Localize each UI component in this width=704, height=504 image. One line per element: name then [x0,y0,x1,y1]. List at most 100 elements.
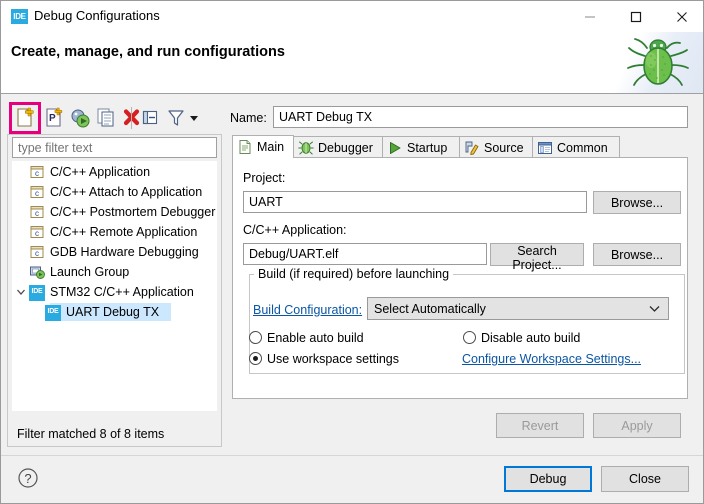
application-label: C/C++ Application: [243,223,347,237]
tree-item-c-c-remote-application[interactable]: c C/C++ Remote Application [13,222,216,242]
chevron-down-icon[interactable] [185,105,203,131]
green-play-icon [387,140,403,156]
svg-text:c: c [35,229,39,238]
tree-item-label: STM32 C/C++ Application [50,285,194,299]
tree-item-label: C/C++ Attach to Application [50,185,203,199]
toolbar-separator [131,107,132,129]
configure-workspace-settings-link[interactable]: Configure Workspace Settings... [462,352,641,366]
chevron-down-icon [649,302,660,316]
tree-item-stm32-c-c-application[interactable]: IDE STM32 C/C++ Application [13,282,216,302]
tab-label: Startup [407,140,448,155]
configuration-tree[interactable]: c C/C++ Application c C/C++ Attach to Appli… [12,161,217,411]
svg-text:P: P [49,113,56,124]
c-app-icon: c [29,224,45,240]
close-button[interactable]: Close [601,466,689,492]
radio-enable-auto-build-label: Enable auto build [267,331,364,345]
name-input[interactable] [273,106,688,128]
svg-text:c: c [35,209,39,218]
tree-item-label: Launch Group [50,265,130,279]
close-icon[interactable] [659,1,703,32]
radio-disable-auto-build-label: Disable auto build [481,331,581,345]
application-search-project-button[interactable]: Search Project... [490,243,584,272]
radio-disable-auto-build[interactable] [463,331,476,344]
build-configuration-link[interactable]: Build Configuration: [253,303,362,317]
application-input[interactable] [243,243,487,265]
project-input[interactable] [243,191,587,213]
ide-badge-icon: IDE [29,284,45,301]
tree-item-uart-debug-tx[interactable]: IDE UART Debug TX [13,302,216,322]
collapse-all-button[interactable] [137,105,163,131]
common-window-icon [537,140,553,156]
debug-configurations-dialog: IDE Debug Configurations Create, manage,… [0,0,704,504]
tab-label: Debugger [318,140,373,155]
c-app-icon: c [29,204,45,220]
minimize-icon[interactable] [567,1,613,32]
tab-startup[interactable]: Startup [382,136,460,158]
filter-status-label: Filter matched 8 of 8 items [17,427,165,441]
revert-button[interactable]: Revert [496,413,584,438]
c-app-icon: c [29,164,45,180]
new-launch-configuration-button[interactable] [12,105,38,131]
c-app-icon: c [29,244,45,260]
tab-debugger[interactable]: Debugger [293,136,383,158]
debug-button[interactable]: Debug [504,466,592,492]
tab-label: Source [484,140,524,155]
svg-text:c: c [35,249,39,258]
name-label: Name: [230,111,267,125]
svg-text:c: c [35,189,39,198]
tree-item-label: C/C++ Remote Application [50,225,198,239]
help-question-icon[interactable]: ? [17,467,39,489]
svg-text:?: ? [24,471,31,486]
application-browse-button[interactable]: Browse... [593,243,681,266]
launch-group-icon [29,264,45,280]
tree-item-launch-group[interactable]: Launch Group [13,262,216,282]
page-title: Create, manage, and run configurations [11,44,285,60]
tab-label: Main [257,140,285,154]
radio-enable-auto-build[interactable] [249,331,262,344]
c-app-icon: c [29,184,45,200]
ide-badge-icon: IDE [45,304,61,321]
tree-item-c-c-postmortem-debugger[interactable]: c C/C++ Postmortem Debugger [13,202,216,222]
duplicate-configuration-button[interactable] [93,105,119,131]
tree-item-c-c-attach-to-application[interactable]: c C/C++ Attach to Application [13,182,216,202]
document-icon [237,139,253,155]
green-bug-icon [621,34,695,92]
tree-item-label: GDB Hardware Debugging [50,245,199,259]
project-label: Project: [243,171,286,185]
new-prototype-button[interactable]: P [41,105,67,131]
debugger-bug-icon [298,140,314,156]
maximize-icon[interactable] [613,1,659,32]
tab-source[interactable]: Source [459,136,533,158]
radio-use-workspace-settings[interactable] [249,352,262,365]
footer-divider [1,455,703,456]
build-configuration-combo[interactable]: Select Automatically [367,297,669,320]
radio-use-workspace-settings-label: Use workspace settings [267,352,400,366]
configuration-tabs: Main Debugger Startup Source Common [232,135,688,158]
tab-common[interactable]: Common [532,136,620,158]
configurations-toolbar: P [7,102,217,134]
expand-collapse-twisty[interactable] [13,282,29,302]
tab-main[interactable]: Main [232,135,294,158]
project-browse-button[interactable]: Browse... [593,191,681,214]
header-banner: Create, manage, and run configurations [1,32,703,94]
tree-item-gdb-hardware-debugging[interactable]: c GDB Hardware Debugging [13,242,216,262]
tree-item-c-c-application[interactable]: c C/C++ Application [13,162,216,182]
tab-label: Common [557,140,608,155]
build-configuration-value: Select Automatically [374,301,486,316]
filter-input[interactable] [12,137,217,158]
title-bar: IDE Debug Configurations [1,1,703,32]
tree-item-label: C/C++ Postmortem Debugger [50,205,216,219]
svg-text:c: c [35,169,39,178]
export-run-button[interactable] [67,105,93,131]
source-pencil-icon [464,140,480,156]
apply-button[interactable]: Apply [593,413,681,438]
tree-item-label: UART Debug TX [66,305,160,319]
